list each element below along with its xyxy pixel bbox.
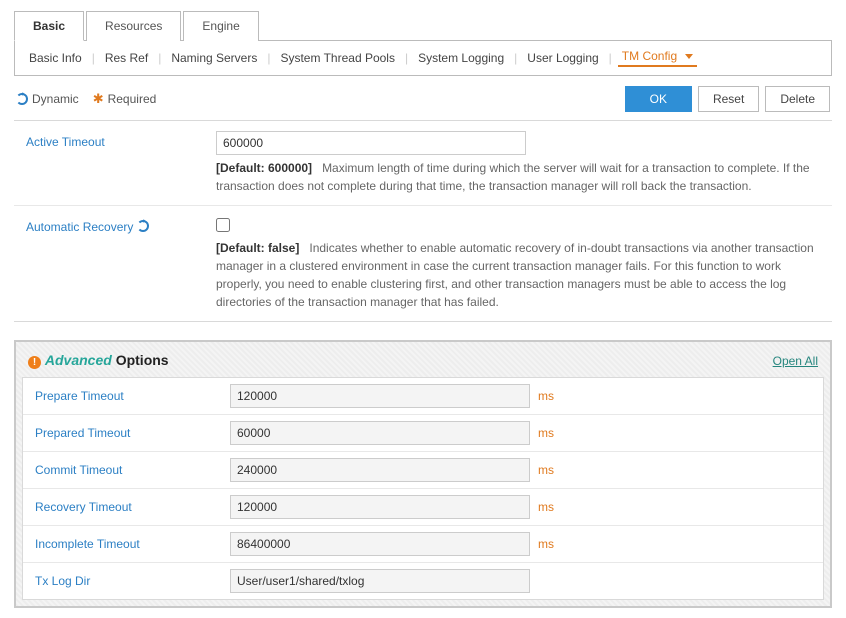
active-timeout-default: [Default: 600000] <box>216 161 312 175</box>
advanced-panel: ! Advanced Options Open All Prepare Time… <box>14 340 832 608</box>
legend: Dynamic ✱ Required <box>16 91 156 107</box>
separator: | <box>92 51 95 65</box>
subtab-user-logging[interactable]: User Logging <box>523 51 602 65</box>
recovery-timeout-label: Recovery Timeout <box>35 500 230 514</box>
star-icon: ✱ <box>93 91 104 107</box>
subtab-tm-config[interactable]: TM Config <box>618 49 697 67</box>
advanced-title-adv: Advanced <box>45 352 112 368</box>
main-tabs: Basic Resources Engine <box>14 10 832 41</box>
prepared-timeout-label: Prepared Timeout <box>35 426 230 440</box>
sub-tabs: Basic Info | Res Ref | Naming Servers | … <box>14 41 832 76</box>
refresh-icon <box>137 220 149 232</box>
row-recovery-timeout: Recovery Timeout ms <box>23 488 823 525</box>
incomplete-timeout-label: Incomplete Timeout <box>35 537 230 551</box>
toolbar: Dynamic ✱ Required OK Reset Delete <box>14 76 832 120</box>
incomplete-timeout-input[interactable] <box>230 532 530 556</box>
separator: | <box>267 51 270 65</box>
row-automatic-recovery: Automatic Recovery [Default: false] Indi… <box>14 205 832 321</box>
separator: | <box>405 51 408 65</box>
row-active-timeout: Active Timeout [Default: 600000] Maximum… <box>14 121 832 205</box>
separator: | <box>514 51 517 65</box>
prepare-timeout-input[interactable] <box>230 384 530 408</box>
tab-basic[interactable]: Basic <box>14 11 84 41</box>
commit-timeout-label: Commit Timeout <box>35 463 230 477</box>
subtab-basic-info[interactable]: Basic Info <box>25 51 86 65</box>
automatic-recovery-label-text: Automatic Recovery <box>26 220 133 234</box>
prepared-timeout-unit: ms <box>538 426 554 440</box>
legend-required: ✱ Required <box>93 91 157 107</box>
legend-dynamic: Dynamic <box>16 92 79 106</box>
recovery-timeout-input[interactable] <box>230 495 530 519</box>
separator: | <box>158 51 161 65</box>
tab-resources[interactable]: Resources <box>86 11 181 41</box>
alert-icon: ! <box>28 356 41 369</box>
prepare-timeout-unit: ms <box>538 389 554 403</box>
automatic-recovery-default: [Default: false] <box>216 241 299 255</box>
automatic-recovery-label: Automatic Recovery <box>26 216 216 311</box>
row-prepare-timeout: Prepare Timeout ms <box>23 378 823 414</box>
recovery-timeout-unit: ms <box>538 500 554 514</box>
refresh-icon <box>16 93 28 105</box>
subtab-naming-servers[interactable]: Naming Servers <box>167 51 261 65</box>
tx-log-dir-input[interactable] <box>230 569 530 593</box>
separator: | <box>609 51 612 65</box>
row-prepared-timeout: Prepared Timeout ms <box>23 414 823 451</box>
row-incomplete-timeout: Incomplete Timeout ms <box>23 525 823 562</box>
row-tx-log-dir: Tx Log Dir <box>23 562 823 599</box>
automatic-recovery-desc: [Default: false] Indicates whether to en… <box>216 239 820 311</box>
advanced-header: ! Advanced Options Open All <box>22 348 824 377</box>
subtab-system-thread-pools[interactable]: System Thread Pools <box>276 51 399 65</box>
subtab-tm-config-label: TM Config <box>622 49 677 63</box>
active-timeout-input[interactable] <box>216 131 526 155</box>
config-section: Active Timeout [Default: 600000] Maximum… <box>14 120 832 322</box>
tab-engine[interactable]: Engine <box>183 11 258 41</box>
chevron-down-icon <box>685 54 693 59</box>
open-all-link[interactable]: Open All <box>773 354 818 368</box>
advanced-title: ! Advanced Options <box>28 352 169 369</box>
automatic-recovery-desc-text: Indicates whether to enable automatic re… <box>216 241 814 309</box>
subtab-res-ref[interactable]: Res Ref <box>101 51 152 65</box>
commit-timeout-input[interactable] <box>230 458 530 482</box>
tx-log-dir-label: Tx Log Dir <box>35 574 230 588</box>
legend-required-label: Required <box>108 92 157 106</box>
commit-timeout-unit: ms <box>538 463 554 477</box>
advanced-body: Prepare Timeout ms Prepared Timeout ms C… <box>22 377 824 600</box>
active-timeout-label: Active Timeout <box>26 131 216 195</box>
advanced-title-opts: Options <box>116 352 169 368</box>
ok-button[interactable]: OK <box>625 86 692 112</box>
subtab-system-logging[interactable]: System Logging <box>414 51 508 65</box>
delete-button[interactable]: Delete <box>765 86 830 112</box>
reset-button[interactable]: Reset <box>698 86 759 112</box>
active-timeout-desc: [Default: 600000] Maximum length of time… <box>216 159 820 195</box>
prepare-timeout-label: Prepare Timeout <box>35 389 230 403</box>
prepared-timeout-input[interactable] <box>230 421 530 445</box>
action-buttons: OK Reset Delete <box>625 86 830 112</box>
automatic-recovery-checkbox[interactable] <box>216 218 230 232</box>
row-commit-timeout: Commit Timeout ms <box>23 451 823 488</box>
incomplete-timeout-unit: ms <box>538 537 554 551</box>
legend-dynamic-label: Dynamic <box>32 92 79 106</box>
